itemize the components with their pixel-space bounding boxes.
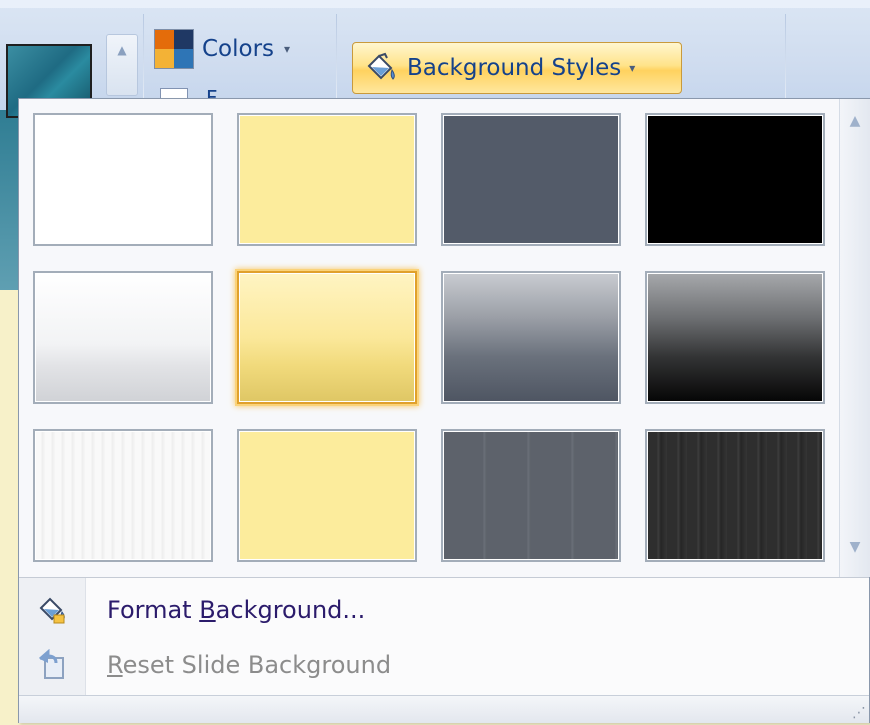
background-style-tile[interactable] bbox=[441, 113, 621, 246]
background-style-tile[interactable] bbox=[33, 113, 213, 246]
colors-button[interactable]: Colors ▾ bbox=[154, 29, 291, 69]
ribbon-group-separator bbox=[143, 14, 144, 109]
theme-gallery-scroll[interactable]: ▲ bbox=[106, 34, 138, 96]
ribbon-top-edge bbox=[0, 0, 870, 8]
background-style-tile-selected[interactable] bbox=[237, 271, 417, 404]
resize-grip-icon[interactable]: ⋰ bbox=[852, 705, 866, 721]
background-styles-dropdown: ▲ ▼ Format Background... Reset Slide Bac… bbox=[18, 98, 870, 723]
slide-thumbnail-strip bbox=[0, 110, 20, 290]
dropdown-footer: ⋰ bbox=[19, 695, 869, 723]
reset-slide-background-label: Reset Slide Background bbox=[107, 651, 392, 679]
background-style-tile[interactable] bbox=[645, 429, 825, 562]
chevron-down-icon: ▾ bbox=[284, 42, 291, 56]
format-background-label: Format Background... bbox=[107, 596, 366, 624]
background-style-tile[interactable] bbox=[237, 429, 417, 562]
background-styles-button[interactable]: Background Styles ▾ bbox=[352, 42, 682, 94]
background-style-tile[interactable] bbox=[441, 271, 621, 404]
scroll-up-icon[interactable]: ▲ bbox=[840, 113, 870, 129]
scroll-up-icon[interactable]: ▲ bbox=[107, 43, 137, 57]
paint-bucket-icon bbox=[361, 51, 401, 85]
background-style-tile[interactable] bbox=[33, 429, 213, 562]
background-styles-label: Background Styles bbox=[407, 55, 622, 81]
ribbon-group-separator bbox=[785, 14, 786, 109]
background-style-tile[interactable] bbox=[33, 271, 213, 404]
ribbon-group-separator bbox=[336, 14, 337, 109]
scroll-down-icon[interactable]: ▼ bbox=[840, 539, 870, 555]
colors-label: Colors bbox=[202, 36, 275, 62]
color-scheme-icon bbox=[154, 29, 194, 69]
paint-bucket-icon bbox=[19, 595, 85, 625]
background-style-tile[interactable] bbox=[441, 429, 621, 562]
background-style-tile[interactable] bbox=[237, 113, 417, 246]
chevron-down-icon: ▾ bbox=[629, 61, 636, 75]
reset-background-icon bbox=[19, 649, 85, 681]
background-styles-gallery bbox=[19, 99, 839, 577]
reset-slide-background-menu-item[interactable]: Reset Slide Background bbox=[19, 638, 869, 692]
gallery-scrollbar[interactable]: ▲ ▼ bbox=[839, 99, 870, 577]
format-background-menu-item[interactable]: Format Background... bbox=[19, 583, 869, 637]
background-style-tile[interactable] bbox=[645, 113, 825, 246]
background-style-tile[interactable] bbox=[645, 271, 825, 404]
